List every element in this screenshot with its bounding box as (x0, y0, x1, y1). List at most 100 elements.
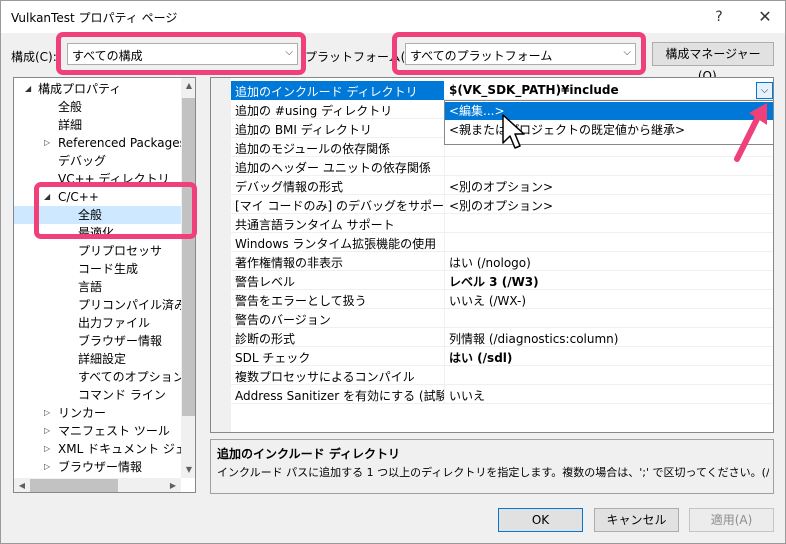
tree-item-cpp-general[interactable]: 全般 (14, 206, 182, 224)
platform-combo[interactable]: すべてのプラットフォーム ⌵ (405, 43, 636, 65)
tree-item-code-generation[interactable]: コード生成 (14, 260, 182, 278)
tree-item-language[interactable]: 言語 (14, 278, 182, 296)
property-row[interactable]: Address Sanitizer を有効にする (試験段階) いいえ (231, 385, 773, 404)
tree-item-label: すべてのオプション (78, 370, 185, 384)
scroll-thumb[interactable] (182, 98, 195, 416)
property-row[interactable]: [マイ コードのみ] のデバッグをサポートする <別のオプション> (231, 195, 773, 214)
tree-item-optimization[interactable]: 最適化 (14, 224, 182, 242)
property-row[interactable]: 共通言語ランタイム サポート (231, 214, 773, 233)
property-value[interactable]: いいえ (449, 387, 749, 404)
tree-item-manifest-tool[interactable]: ▷ マニフェスト ツール (14, 422, 182, 440)
tree-item-xml-doc-generator[interactable]: ▷ XML ドキュメント ジェネレーター (14, 440, 195, 458)
expand-triangle-icon[interactable]: ▷ (44, 134, 50, 152)
collapse-triangle-icon[interactable]: ◢ (44, 188, 50, 206)
expand-triangle-icon[interactable]: ▷ (44, 422, 50, 440)
description-panel: 追加のインクルード ディレクトリ インクルード パスに追加する 1 つ以上のディ… (210, 439, 774, 494)
scroll-up-arrow-icon[interactable]: ▲ (181, 78, 195, 94)
tree-item-label: VC++ ディレクトリ (58, 172, 170, 186)
config-combo[interactable]: すべての構成 ⌵ (67, 43, 298, 65)
tree-item-label: 出力ファイル (78, 316, 151, 330)
tree-item-command-line[interactable]: コマンド ライン (14, 386, 182, 404)
tree-vertical-scrollbar[interactable]: ▲ ▼ (181, 78, 195, 478)
tree-item-referenced-packages[interactable]: ▷ Referenced Packages (14, 134, 186, 152)
tree-item-precompiled-headers[interactable]: プリコンパイル済みヘッダー (14, 296, 195, 314)
property-row[interactable]: 追加のインクルード ディレクトリ $(VK_SDK_PATH)¥include (231, 81, 773, 100)
tree-item-label: XML ドキュメント ジェネレーター (58, 442, 196, 456)
cancel-button[interactable]: キャンセル (594, 508, 679, 532)
config-manager-button[interactable]: 構成マネージャー(O)... (652, 42, 774, 83)
property-value[interactable]: <別のオプション> (449, 178, 749, 195)
tree-item-label: 詳細設定 (78, 352, 127, 366)
property-name: [マイ コードのみ] のデバッグをサポートする (235, 199, 445, 213)
property-value[interactable]: はい (/nologo) (449, 254, 749, 271)
tree-item-label: 構成プロパティ (38, 82, 122, 96)
tree-item-vc-directories[interactable]: VC++ ディレクトリ (14, 170, 182, 188)
property-value[interactable]: はい (/sdl) (449, 349, 749, 366)
tree-item-preprocessor[interactable]: プリプロセッサ (14, 242, 182, 260)
tree-item-debugging[interactable]: デバッグ (14, 152, 182, 170)
scroll-thumb[interactable] (30, 479, 118, 492)
property-row[interactable]: 診断の形式 列情報 (/diagnostics:column) (231, 328, 773, 347)
tree-item-label: C/C++ (58, 190, 99, 204)
tree-item-general[interactable]: 全般 (14, 98, 182, 116)
tree-item-label: Referenced Packages (58, 136, 186, 150)
tree-horizontal-scrollbar[interactable]: ◀ ▶ (14, 478, 181, 492)
tree-item-output-files[interactable]: 出力ファイル (14, 314, 182, 332)
tree-item-label: リンカー (58, 406, 107, 420)
tree-item-label: 最適化 (78, 226, 115, 240)
property-row[interactable]: SDL チェック はい (/sdl) (231, 347, 773, 366)
collapse-triangle-icon[interactable]: ◢ (25, 80, 31, 98)
tree-item-browse-info-tool[interactable]: ▷ ブラウザー情報 (14, 458, 182, 476)
tree-item-label: ブラウザー情報 (78, 334, 163, 348)
tree-item-linker[interactable]: ▷ リンカー (14, 404, 182, 422)
property-name: Address Sanitizer を有効にする (試験段階) (235, 389, 445, 403)
value-dropdown-list[interactable]: <編集...> <親またはプロジェクトの既定値から継承> (444, 100, 774, 145)
property-name: 複数プロセッサによるコンパイル (235, 370, 415, 384)
property-row[interactable]: 警告レベル レベル 3 (/W3) (231, 271, 773, 290)
property-value[interactable]: $(VK_SDK_PATH)¥include (449, 83, 749, 97)
description-text: インクルード パスに追加する 1 つ以上のディレクトリを指定します。複数の場合は… (217, 466, 769, 479)
scroll-left-arrow-icon[interactable]: ◀ (14, 478, 30, 492)
scroll-down-arrow-icon[interactable]: ▼ (181, 462, 195, 478)
property-row[interactable]: 警告をエラーとして扱う いいえ (/WX-) (231, 290, 773, 309)
chevron-down-icon: ⌵ (623, 47, 631, 58)
tree-item-advanced[interactable]: 詳細 (14, 116, 182, 134)
value-dropdown-button[interactable]: ⌵ (756, 82, 773, 99)
help-button[interactable]: ? (707, 5, 731, 29)
property-row[interactable]: 著作権情報の非表示 はい (/nologo) (231, 252, 773, 271)
property-pages-dialog: VulkanTest プロパティ ページ ? ✕ 構成(C): すべての構成 ⌵… (0, 0, 786, 544)
description-title: 追加のインクルード ディレクトリ (217, 447, 400, 461)
property-name: 警告レベル (235, 275, 296, 289)
close-button[interactable]: ✕ (753, 5, 777, 29)
dropdown-option-edit[interactable]: <編集...> (445, 102, 773, 120)
tree-item-label: プリプロセッサ (78, 244, 163, 258)
property-tree[interactable]: ◢ 構成プロパティ 全般 詳細 ▷ Referenced Packages デバ… (13, 77, 196, 493)
property-value[interactable]: いいえ (/WX-) (449, 292, 749, 309)
expand-triangle-icon[interactable]: ▷ (44, 458, 50, 476)
expand-triangle-icon[interactable]: ▷ (44, 404, 50, 422)
property-value[interactable]: <別のオプション> (449, 197, 749, 214)
ok-button[interactable]: OK (498, 508, 583, 532)
property-value[interactable]: レベル 3 (/W3) (449, 273, 749, 290)
tree-item-all-options[interactable]: すべてのオプション (14, 368, 185, 386)
property-name: 追加のインクルード ディレクトリ (235, 85, 418, 99)
scroll-right-arrow-icon[interactable]: ▶ (165, 478, 181, 492)
chevron-down-icon: ⌵ (760, 85, 769, 96)
property-row[interactable]: 複数プロセッサによるコンパイル (231, 366, 773, 385)
tree-item-config-properties[interactable]: ◢ 構成プロパティ (14, 80, 182, 98)
apply-button[interactable]: 適用(A) (689, 508, 774, 532)
tree-item-cpp[interactable]: ◢ C/C++ (14, 188, 182, 206)
property-name: 追加の #using ディレクトリ (235, 104, 393, 118)
dropdown-option-inherit[interactable]: <親またはプロジェクトの既定値から継承> (445, 121, 773, 139)
property-row[interactable]: 追加のヘッダー ユニットの依存関係 (231, 157, 773, 176)
expand-triangle-icon[interactable]: ▷ (44, 440, 50, 458)
property-name: 警告をエラーとして扱う (235, 294, 367, 308)
property-row[interactable]: デバッグ情報の形式 <別のオプション> (231, 176, 773, 195)
property-row[interactable]: 警告のバージョン (231, 309, 773, 328)
property-row[interactable]: Windows ランタイム拡張機能の使用 (231, 233, 773, 252)
tree-item-browse-information[interactable]: ブラウザー情報 (14, 332, 182, 350)
property-name: デバッグ情報の形式 (235, 180, 344, 194)
property-value[interactable]: 列情報 (/diagnostics:column) (449, 330, 749, 347)
property-name: 診断の形式 (235, 332, 296, 346)
tree-item-advanced-settings[interactable]: 詳細設定 (14, 350, 182, 368)
